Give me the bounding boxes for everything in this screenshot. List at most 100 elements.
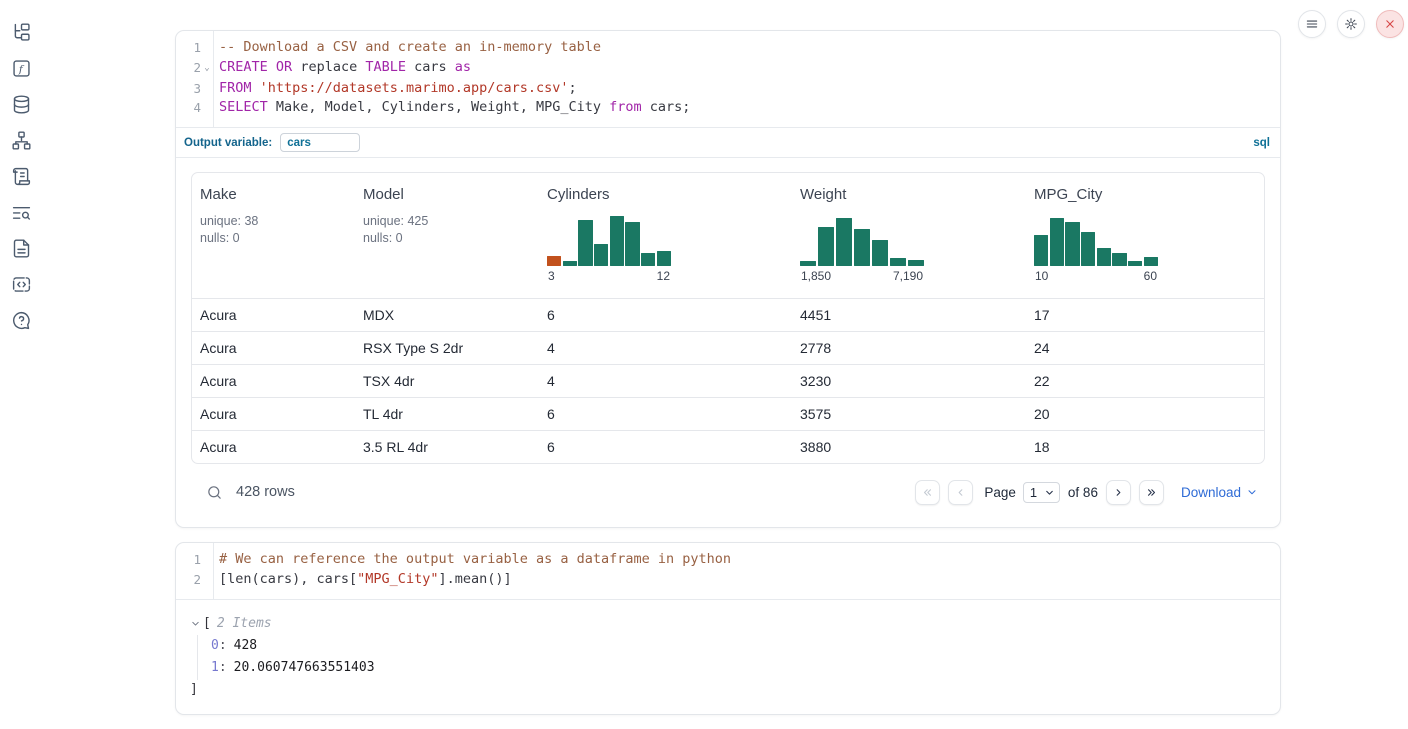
line-number: 2 (176, 58, 201, 79)
tree-close-bracket: ] (190, 680, 1280, 700)
histogram-bar (547, 256, 561, 266)
chevron-down-icon (1246, 486, 1258, 498)
code-text: FROM 'https://datasets.marimo.app/cars.c… (213, 79, 577, 99)
column-label: Make (200, 186, 347, 203)
table-cell: 6 (539, 406, 792, 422)
histogram-bar (890, 258, 906, 266)
tree-entry-value: 428 (234, 638, 257, 653)
tree-entry-colon: : (219, 638, 227, 653)
chevrons-left-icon (921, 486, 934, 499)
output-variable-row: Output variable: sql (176, 127, 1280, 158)
line-number: 3 (176, 79, 201, 99)
close-icon (1383, 17, 1397, 31)
dependency-graph-icon[interactable] (10, 129, 32, 151)
settings-button[interactable] (1337, 10, 1365, 38)
table-row[interactable]: AcuraTL 4dr6357520 (192, 397, 1264, 430)
column-header-make[interactable]: Makeunique: 38nulls: 0 (192, 173, 355, 298)
table-cell: 2778 (792, 340, 1026, 356)
chevrons-right-icon (1145, 486, 1158, 499)
null-count: nulls: 0 (363, 230, 531, 247)
logs-search-icon[interactable] (10, 201, 32, 223)
function-square-icon[interactable]: f (10, 57, 32, 79)
sql-editor[interactable]: 1-- Download a CSV and create an in-memo… (176, 31, 1280, 127)
column-header-weight[interactable]: Weight1,8507,190 (792, 173, 1026, 298)
tree-entry: 1:20.060747663551403 (211, 657, 1280, 680)
tree-collapse-caret[interactable] (190, 618, 201, 629)
code-token (268, 59, 276, 75)
histogram-bar (625, 222, 639, 266)
table-cell: RSX Type S 2dr (355, 340, 539, 356)
histogram-max-label: 12 (657, 269, 670, 283)
python-output: [ 2 Items 0:4281:20.060747663551403 ] (176, 599, 1280, 714)
unique-count: unique: 425 (363, 213, 531, 230)
search-icon[interactable] (206, 484, 223, 501)
column-header-mpg_city[interactable]: MPG_City1060 (1026, 173, 1264, 298)
histogram-bar (641, 253, 655, 266)
histogram-bar (657, 251, 671, 267)
fold-indicator (201, 79, 213, 99)
table-cell: Acura (192, 307, 355, 323)
page-select[interactable]: 1 (1023, 482, 1060, 503)
code-token: TABLE (365, 59, 406, 75)
table-row[interactable]: AcuraTSX 4dr4323022 (192, 364, 1264, 397)
shutdown-button[interactable] (1376, 10, 1404, 38)
download-button[interactable]: Download (1181, 485, 1258, 500)
table-row[interactable]: AcuraRSX Type S 2dr4277824 (192, 331, 1264, 364)
next-page-button[interactable] (1106, 480, 1131, 505)
snippets-icon[interactable] (10, 273, 32, 295)
code-token: SELECT (219, 99, 268, 115)
histogram-bar (1144, 257, 1158, 266)
table-row[interactable]: AcuraMDX6445117 (192, 298, 1264, 331)
column-header-cylinders[interactable]: Cylinders312 (539, 173, 792, 298)
fold-indicator (201, 38, 213, 58)
histogram-bar (872, 240, 888, 266)
menu-button[interactable] (1298, 10, 1326, 38)
fold-indicator (201, 98, 213, 118)
line-number: 4 (176, 98, 201, 118)
code-token: as (455, 59, 471, 75)
code-line: 1-- Download a CSV and create an in-memo… (176, 38, 1280, 58)
histogram-max-label: 60 (1144, 269, 1157, 283)
sidebar-panel: f (0, 0, 42, 729)
notebook-main: 1 -- Download a CSV and create an in-memo… (175, 30, 1281, 715)
histogram-bars (1034, 211, 1158, 266)
code-token: ; (569, 80, 577, 96)
table-row[interactable]: Acura3.5 RL 4dr6388018 (192, 430, 1264, 463)
histogram-axis-labels: 1060 (1034, 269, 1158, 283)
database-icon[interactable] (10, 93, 32, 115)
code-text: [len(cars), cars["MPG_City"].mean()] (213, 570, 512, 590)
code-line: 1# We can reference the output variable … (176, 550, 1280, 570)
code-token: Make, Model, Cylinders, Weight, MPG_City (268, 99, 609, 115)
scratchpad-icon[interactable] (10, 165, 32, 187)
histogram-bars (800, 211, 924, 266)
last-page-button[interactable] (1139, 480, 1164, 505)
table-cell: TL 4dr (355, 406, 539, 422)
histogram-bar (908, 260, 924, 266)
histogram-bar (1081, 232, 1095, 266)
code-text: CREATE OR replace TABLE cars as (213, 58, 471, 79)
line-number: 1 (176, 550, 201, 570)
table-cell: Acura (192, 406, 355, 422)
column-header-model[interactable]: Model unique: 425nulls: 0 (355, 173, 539, 298)
column-label: Weight (800, 186, 1018, 203)
unique-count: unique: 38 (200, 213, 347, 230)
histogram-max-label: 7,190 (893, 269, 923, 283)
previous-page-button[interactable] (948, 480, 973, 505)
documentation-icon[interactable] (10, 237, 32, 259)
table-cell: 20 (1026, 406, 1264, 422)
help-icon[interactable] (10, 309, 32, 331)
table-cell: MDX (355, 307, 539, 323)
page-label: Page (984, 485, 1016, 500)
histogram-bar (1050, 218, 1064, 266)
column-histogram: 1060 (1034, 211, 1256, 283)
column-label: Model (363, 186, 531, 203)
code-text: -- Download a CSV and create an in-memor… (213, 38, 601, 58)
first-page-button[interactable] (915, 480, 940, 505)
output-variable-input[interactable] (280, 133, 360, 152)
python-editor[interactable]: 1# We can reference the output variable … (176, 543, 1280, 598)
histogram-min-label: 3 (548, 269, 555, 283)
row-count: 428 rows (236, 484, 295, 500)
histogram-bars (547, 211, 671, 266)
file-tree-icon[interactable] (10, 21, 32, 43)
column-histogram: 3 12 (547, 211, 784, 283)
